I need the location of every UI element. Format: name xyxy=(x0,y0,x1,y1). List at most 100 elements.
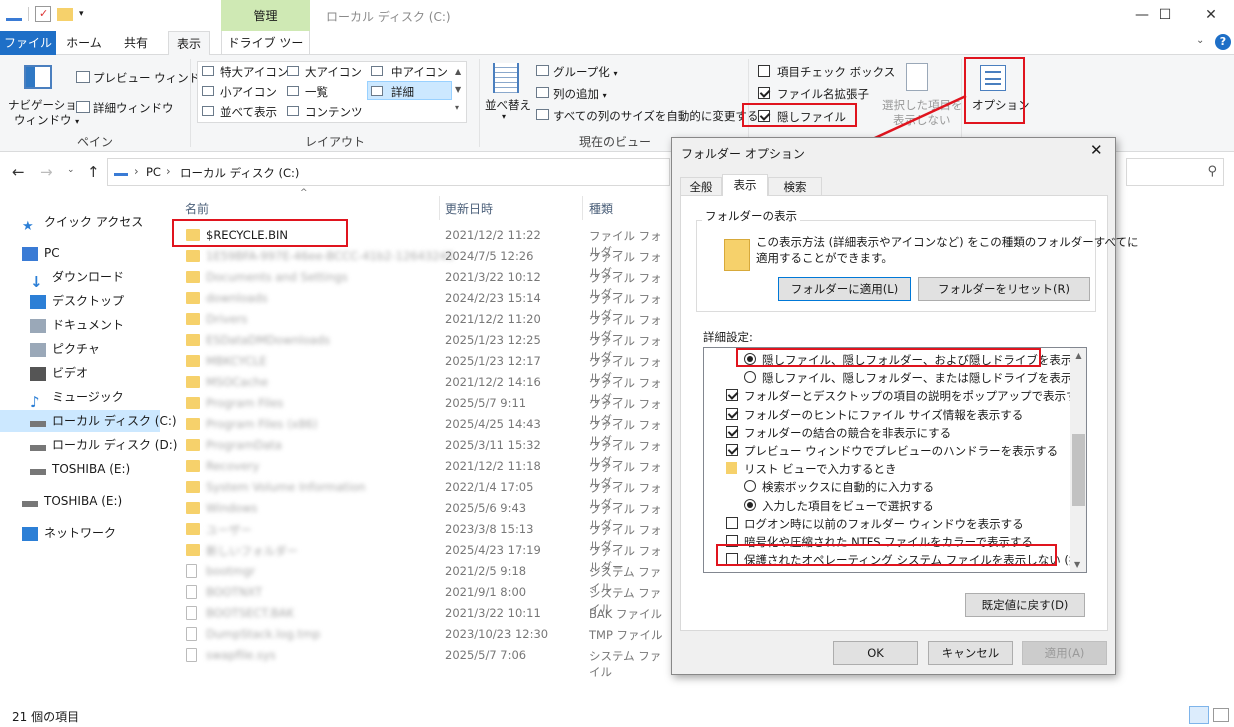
item-checkbox-label[interactable]: 項目チェック ボックス xyxy=(777,64,895,80)
checkbox[interactable] xyxy=(726,425,738,438)
tab-drive-tools[interactable]: ドライブ ツール xyxy=(221,31,310,74)
file-row[interactable]: Windows 2025/5/6 9:43 ファイル フォルダー xyxy=(170,498,670,532)
cancel-button[interactable]: キャンセル xyxy=(928,641,1013,665)
file-extensions-toggle[interactable] xyxy=(758,87,770,99)
file-row[interactable]: Program Files (x86) 2025/4/25 14:43 ファイル フ… xyxy=(170,414,670,448)
checkbox[interactable] xyxy=(726,389,738,402)
tab-file[interactable]: ファイル xyxy=(0,31,56,55)
file-row[interactable]: BOOTNXT 2021/9/1 8:00 システム ファイル xyxy=(170,582,670,616)
file-row[interactable]: Program Files 2025/5/7 9:11 ファイル フォルダー xyxy=(170,393,670,427)
maximize-button[interactable]: ☐ xyxy=(1142,0,1188,31)
file-row[interactable]: ESDataDMDownloads 2025/1/23 12:25 ファイル フォル… xyxy=(170,330,670,364)
close-button[interactable]: ✕ xyxy=(1188,0,1234,31)
nav-item[interactable]: ドキュメント xyxy=(30,314,124,336)
file-row[interactable]: ユーザー 2023/3/8 15:13 ファイル フォルダー xyxy=(170,519,670,553)
forward-icon[interactable]: → xyxy=(40,163,53,181)
dialog-tab-general[interactable]: 全般 xyxy=(680,177,722,196)
xl-icons-option[interactable]: 特大アイコン xyxy=(220,64,288,80)
file-row[interactable]: bootmgr 2021/2/5 9:18 システム ファイル xyxy=(170,561,670,595)
dialog-tab-search[interactable]: 検索 xyxy=(768,177,822,196)
collapse-ribbon-icon[interactable]: ⌄ xyxy=(1196,35,1204,46)
dialog-close-button[interactable]: ✕ xyxy=(1090,141,1103,159)
address-bar[interactable]: › PC › ローカル ディスク (C:) xyxy=(107,158,670,186)
radio-button[interactable] xyxy=(744,371,756,384)
column-type[interactable]: 種類 xyxy=(589,200,613,217)
file-row[interactable]: $RECYCLE.BIN 2021/12/2 11:22 ファイル フォルダー xyxy=(170,225,670,259)
nav-pane-label-2[interactable]: ウィンドウ ▾ xyxy=(14,112,79,128)
nav-item[interactable]: ↓ ダウンロード xyxy=(30,266,124,291)
nav-item[interactable]: PC xyxy=(22,242,60,264)
apply-to-folders-button[interactable]: フォルダーに適用(L) xyxy=(778,277,911,301)
file-row[interactable]: downloads 2024/2/23 15:14 ファイル フォルダー xyxy=(170,288,670,322)
gallery-scroll-icon[interactable]: ▲ ▼ ▾ xyxy=(455,63,461,117)
properties-icon[interactable]: ✓ xyxy=(35,6,51,22)
hide-selected-button[interactable]: 選択した項目を xyxy=(882,97,963,113)
tab-share[interactable]: 共有 xyxy=(116,31,156,55)
checkbox[interactable] xyxy=(726,407,738,420)
file-row[interactable]: 新しいフォルダー 2025/4/23 17:19 ファイル フォルダー xyxy=(170,540,670,574)
sort-icon[interactable] xyxy=(493,63,519,93)
address-drive[interactable]: ローカル ディスク (C:) xyxy=(180,165,299,181)
file-row[interactable]: Recovery 2021/12/2 11:18 ファイル フォルダー xyxy=(170,456,670,490)
details-option[interactable]: 詳細 xyxy=(391,84,414,100)
file-row[interactable]: DumpStack.log.tmp 2023/10/23 12:30 TMP ファイ… xyxy=(170,624,670,645)
m-icons-option[interactable]: 中アイコン xyxy=(391,64,448,80)
nav-item[interactable]: ★ クイック アクセス xyxy=(22,211,143,234)
sort-button[interactable]: 並べ替え xyxy=(485,97,531,113)
file-row[interactable]: Documents and Settings 2021/3/22 10:12 ファイ… xyxy=(170,267,670,301)
file-row[interactable]: ProgramData 2025/3/11 15:32 ファイル フォルダー xyxy=(170,435,670,469)
item-checkbox-toggle[interactable] xyxy=(758,65,770,77)
l-icons-option[interactable]: 大アイコン xyxy=(305,64,362,80)
up-icon[interactable]: ↑ xyxy=(87,163,100,181)
nav-item[interactable]: ♪ ミュージック xyxy=(30,386,124,411)
checkbox[interactable] xyxy=(726,516,738,529)
file-row[interactable]: System Volume Information 2022/1/4 17:05 フ… xyxy=(170,477,670,511)
address-pc[interactable]: PC xyxy=(146,165,161,179)
checkbox[interactable] xyxy=(726,444,738,456)
file-row[interactable]: MBKCYCLE 2025/1/23 12:17 ファイル フォルダー xyxy=(170,351,670,385)
apply-button[interactable]: 適用(A) xyxy=(1022,641,1107,665)
back-icon[interactable]: ← xyxy=(12,163,25,181)
list-option[interactable]: 一覧 xyxy=(305,84,328,100)
nav-item[interactable]: ローカル ディスク (D:) xyxy=(30,434,177,456)
nav-item[interactable]: ローカル ディスク (C:) xyxy=(0,410,177,432)
large-icons-view-icon[interactable] xyxy=(1213,708,1229,722)
content-option[interactable]: コンテンツ xyxy=(305,104,363,120)
file-extensions-label[interactable]: ファイル名拡張子 xyxy=(777,86,869,102)
restore-defaults-button[interactable]: 既定値に戻す(D) xyxy=(965,593,1085,617)
new-folder-icon[interactable] xyxy=(57,7,73,21)
help-icon[interactable]: ? xyxy=(1215,34,1231,50)
navigation-pane-icon[interactable] xyxy=(24,65,52,89)
nav-item[interactable]: TOSHIBA (E:) xyxy=(22,490,122,512)
customize-qa-icon[interactable]: ▾ xyxy=(79,9,84,19)
file-row[interactable]: swapfile.sys 2025/5/7 7:06 システム ファイル xyxy=(170,645,670,679)
file-row[interactable]: Drivers 2021/12/2 11:20 ファイル フォルダー xyxy=(170,309,670,343)
autosize-columns-button[interactable]: すべての列のサイズを自動的に変更する xyxy=(553,108,758,124)
radio-button[interactable] xyxy=(744,480,756,493)
file-row[interactable]: 1E59BFA-997E-46ee-BCCC-41b2-12643245 2024… xyxy=(170,246,670,280)
tab-home[interactable]: ホーム xyxy=(64,31,104,55)
preview-pane-button[interactable]: プレビュー ウィンドウ xyxy=(93,70,212,86)
manage-tab[interactable]: 管理 xyxy=(221,0,310,31)
column-name[interactable]: 名前 xyxy=(185,200,209,217)
nav-item[interactable]: デスクトップ xyxy=(30,290,124,312)
nav-item[interactable]: ネットワーク xyxy=(22,522,116,544)
nav-item[interactable]: ビデオ xyxy=(30,362,88,384)
scrollbar-thumb[interactable] xyxy=(1072,434,1085,506)
dialog-tab-view[interactable]: 表示 xyxy=(722,174,768,196)
search-box[interactable]: ⚲ xyxy=(1126,158,1224,186)
ok-button[interactable]: OK xyxy=(833,641,918,665)
details-pane-button[interactable]: 詳細ウィンドウ xyxy=(93,100,174,116)
recent-dropdown-icon[interactable]: ⌄ xyxy=(67,165,75,175)
hide-selected-button-2[interactable]: 表示しない xyxy=(893,112,951,128)
nav-item[interactable]: TOSHIBA (E:) xyxy=(30,458,130,480)
explorer-icon[interactable] xyxy=(6,11,22,21)
add-column-button[interactable]: 列の追加 ▾ xyxy=(553,86,607,102)
sort-dropdown-icon[interactable]: ▾ xyxy=(502,112,506,121)
file-row[interactable]: BOOTSECT.BAK 2021/3/22 10:11 BAK ファイル xyxy=(170,603,670,624)
advanced-scrollbar[interactable]: ▲ ▼ xyxy=(1070,348,1086,572)
s-icons-option[interactable]: 小アイコン xyxy=(220,84,277,100)
reset-folders-button[interactable]: フォルダーをリセット(R) xyxy=(918,277,1090,301)
tiles-option[interactable]: 並べて表示 xyxy=(220,104,277,120)
details-view-icon[interactable] xyxy=(1189,706,1209,724)
